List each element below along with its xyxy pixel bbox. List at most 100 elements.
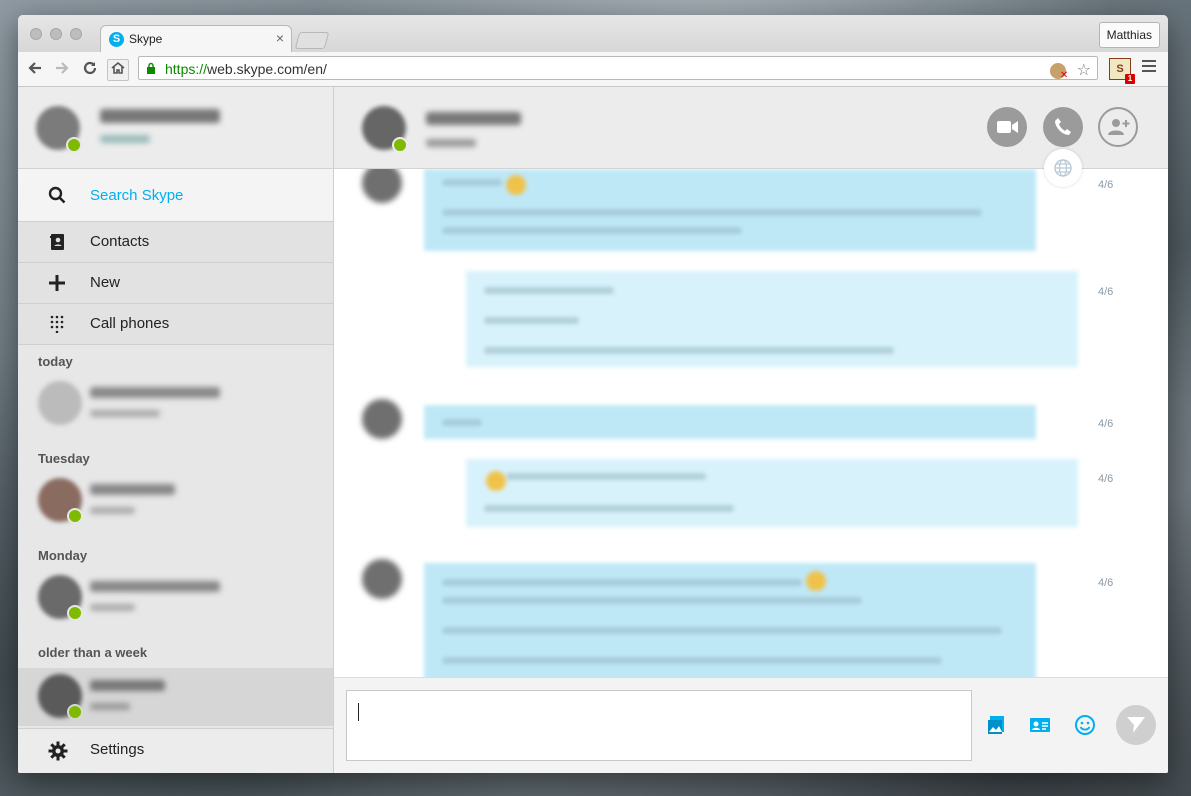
recent-conversation[interactable] (18, 373, 333, 431)
browser-tab-skype[interactable]: S Skype × (100, 25, 292, 53)
dialpad-icon (50, 315, 64, 333)
search-label: Search Skype (90, 187, 184, 204)
skype-app: Search Skype Contacts New Call phones to… (18, 87, 1168, 773)
presence-online-icon (392, 137, 408, 153)
tab-close-icon[interactable]: × (276, 30, 284, 46)
add-participant-button[interactable] (1098, 107, 1138, 147)
conversation-name-blurred (90, 387, 220, 398)
message-timestamp: 4/6 (1098, 286, 1114, 298)
conversation-name-blurred (90, 581, 220, 592)
skype-favicon-icon: S (109, 32, 124, 47)
message-input[interactable] (346, 690, 972, 761)
message-bubble (424, 563, 1036, 677)
contact-status-blurred (426, 139, 476, 147)
browser-toolbar: https://web.skype.com/en/ ✕ ☆ S1 (18, 52, 1168, 87)
send-contact-icon[interactable] (1029, 714, 1051, 736)
tab-strip: S Skype × Matthias (18, 15, 1168, 53)
reload-icon[interactable] (80, 59, 100, 79)
conversation-status-blurred (90, 604, 135, 611)
send-paper-plane-icon (1127, 717, 1145, 733)
back-arrow-icon[interactable] (25, 59, 45, 79)
menu-icon[interactable] (1142, 60, 1156, 75)
zoom-window-button[interactable] (70, 28, 82, 40)
group-label-tuesday: Tuesday (38, 451, 90, 466)
search-skype[interactable]: Search Skype (18, 169, 333, 222)
extension-badge: 1 (1125, 74, 1135, 84)
message-timestamp: 4/6 (1098, 418, 1114, 430)
message-timestamp: 4/6 (1098, 473, 1114, 485)
text-caret (358, 703, 359, 721)
message-timestamp: 4/6 (1098, 179, 1114, 191)
new-tab-button[interactable] (294, 32, 330, 49)
message-bubble (466, 459, 1078, 527)
url-text: https://web.skype.com/en/ (165, 61, 327, 77)
conversation-status-blurred (90, 410, 160, 417)
avatar (362, 559, 402, 599)
sidebar-item-call-phones[interactable]: Call phones (18, 304, 333, 345)
message-timestamp: 4/6 (1098, 577, 1114, 589)
audio-call-button[interactable] (1043, 107, 1083, 147)
message-bubble (424, 405, 1036, 439)
emoji-icon (806, 571, 826, 591)
message-list: 4/6 4/6 4/6 4/6 4/6 (334, 169, 1168, 677)
presence-online-icon (67, 704, 83, 720)
cookie-blocked-icon[interactable]: ✕ (1050, 62, 1068, 81)
chat-panel: 4/6 4/6 4/6 4/6 4/6 (334, 87, 1168, 773)
avatar (38, 381, 82, 425)
recent-conversation-selected[interactable] (18, 668, 333, 726)
group-label-today: today (38, 354, 73, 369)
recent-conversation[interactable] (18, 567, 333, 625)
settings-button[interactable]: Settings (18, 728, 333, 773)
video-call-button[interactable] (987, 107, 1027, 147)
bookmark-star-icon[interactable]: ☆ (1077, 62, 1091, 79)
lock-icon (147, 62, 155, 74)
profile-button[interactable]: Matthias (1098, 22, 1160, 48)
sidebar-item-contacts[interactable]: Contacts (18, 222, 333, 263)
sidebar-item-label: Call phones (90, 315, 170, 332)
close-window-button[interactable] (30, 28, 42, 40)
minimize-window-button[interactable] (50, 28, 62, 40)
message-bubble (466, 271, 1078, 367)
message-composer (334, 677, 1168, 773)
recent-conversation[interactable] (18, 470, 333, 528)
send-button[interactable] (1116, 705, 1156, 745)
avatar (362, 169, 402, 203)
sidebar-item-label: Contacts (90, 233, 150, 250)
home-icon[interactable] (107, 59, 129, 81)
plus-icon (49, 275, 65, 291)
omnibox-icons: ✕ ☆ (1050, 60, 1091, 81)
sidebar: Search Skype Contacts New Call phones to… (18, 87, 334, 773)
presence-online-icon (66, 137, 82, 153)
conversation-status-blurred (90, 507, 135, 514)
my-profile[interactable] (18, 87, 333, 169)
search-icon (48, 186, 66, 204)
add-person-icon (1108, 119, 1130, 135)
gear-icon (48, 741, 68, 761)
my-name-blurred (100, 109, 220, 123)
contact-name-blurred (426, 112, 521, 125)
send-image-icon[interactable] (986, 714, 1008, 736)
avatar (362, 399, 402, 439)
conversation-name-blurred (90, 680, 165, 691)
extension-icon[interactable]: S1 (1109, 58, 1135, 84)
sidebar-item-label: New (90, 274, 121, 291)
sidebar-item-new[interactable]: New (18, 263, 333, 304)
phone-icon (1055, 118, 1071, 135)
presence-online-icon (67, 605, 83, 621)
forward-arrow-icon[interactable] (52, 59, 72, 79)
contacts-book-icon (50, 234, 64, 250)
browser-window: S Skype × Matthias https://web.skype.com… (18, 15, 1168, 773)
settings-label: Settings (90, 741, 145, 758)
emoticon-icon[interactable] (1074, 714, 1096, 736)
address-bar[interactable]: https://web.skype.com/en/ ✕ ☆ (138, 56, 1098, 81)
emoji-icon (486, 471, 506, 491)
emoji-icon (506, 175, 526, 195)
chat-header (334, 87, 1168, 169)
group-label-older: older than a week (38, 645, 148, 660)
tab-title: Skype (129, 32, 163, 46)
conversation-status-blurred (90, 703, 130, 710)
video-camera-icon (997, 121, 1018, 133)
group-label-monday: Monday (38, 548, 88, 563)
my-status-blurred (100, 135, 150, 143)
presence-online-icon (67, 508, 83, 524)
